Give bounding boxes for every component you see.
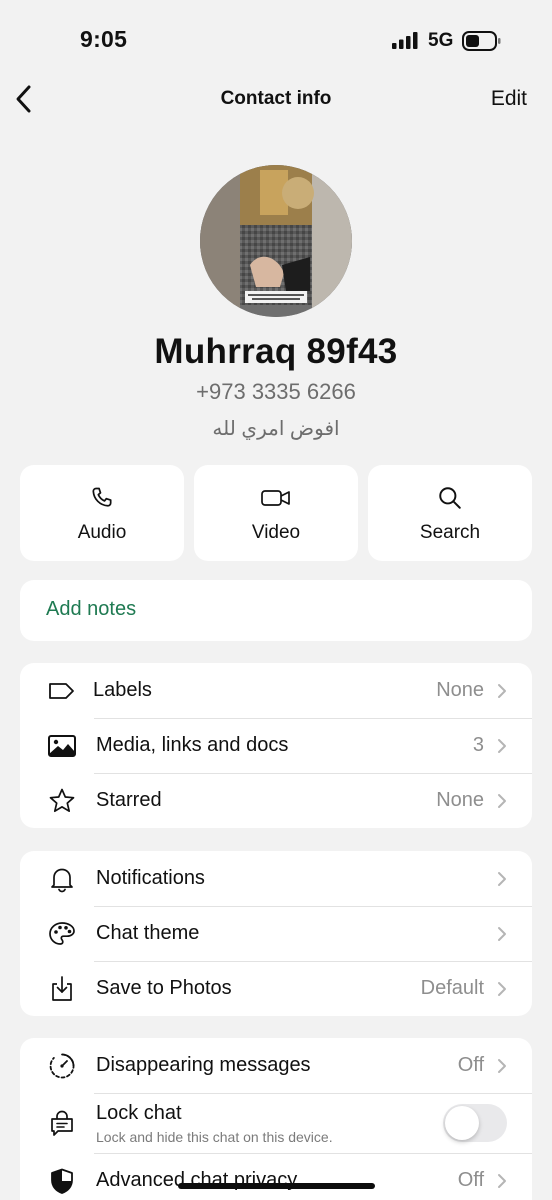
chevron-right-icon xyxy=(498,872,506,886)
save-to-photos-row[interactable]: Save to Photos Default xyxy=(20,961,532,1016)
info-group-2: Notifications Chat theme Save to Photos … xyxy=(20,851,532,1016)
chevron-right-icon xyxy=(498,1174,506,1188)
timer-icon xyxy=(49,1053,75,1079)
edit-button[interactable]: Edit xyxy=(491,87,527,111)
status-bar: 9:05 5G xyxy=(0,0,552,80)
add-notes-label: Add notes xyxy=(46,598,137,620)
starred-value: None xyxy=(436,789,484,811)
audio-call-button[interactable]: Audio xyxy=(20,465,184,561)
contact-phone: +973 3335 6266 xyxy=(196,379,356,404)
chevron-right-icon xyxy=(498,794,506,808)
contact-name: Muhrraq 89f43 xyxy=(154,332,398,371)
chevron-right-icon xyxy=(498,739,506,753)
search-chat-button[interactable]: Search xyxy=(368,465,532,561)
save-to-photos-value: Default xyxy=(420,977,484,999)
lock-chat-toggle[interactable] xyxy=(443,1104,507,1142)
labels-row[interactable]: Labels None xyxy=(20,663,532,718)
labels-value: None xyxy=(436,679,484,701)
lock-chat-row: Lock chat Lock and hide this chat on thi… xyxy=(20,1093,532,1153)
palette-icon xyxy=(49,922,75,945)
action-label-audio: Audio xyxy=(77,522,127,543)
action-label-search: Search xyxy=(419,522,481,543)
media-count: 3 xyxy=(472,734,484,756)
network-type: 5G xyxy=(428,30,454,51)
advanced-chat-privacy-value: Off xyxy=(457,1169,484,1191)
notifications-label: Notifications xyxy=(96,867,205,889)
labels-label: Labels xyxy=(93,679,152,701)
chevron-right-icon xyxy=(498,982,506,996)
bell-icon xyxy=(51,868,73,893)
disappearing-messages-value: Off xyxy=(457,1054,484,1076)
lock-chat-label: Lock chat xyxy=(96,1102,182,1124)
contact-avatar[interactable] xyxy=(200,165,352,317)
save-to-photos-label: Save to Photos xyxy=(96,977,232,999)
info-group-1: Labels None Media, links and docs 3 Star… xyxy=(20,663,532,828)
home-indicator xyxy=(178,1183,375,1189)
shield-icon xyxy=(51,1168,73,1194)
toggle-knob xyxy=(445,1106,479,1140)
disappearing-messages-label: Disappearing messages xyxy=(96,1054,311,1076)
media-links-docs-label: Media, links and docs xyxy=(96,734,289,756)
disappearing-messages-row[interactable]: Disappearing messages Off xyxy=(20,1038,532,1093)
signal-strength-icon xyxy=(392,32,418,49)
avatar-photo xyxy=(200,165,352,317)
star-icon xyxy=(49,788,75,813)
starred-label: Starred xyxy=(96,789,162,811)
action-label-video: Video xyxy=(251,522,301,543)
chat-theme-label: Chat theme xyxy=(96,922,200,944)
label-tag-icon xyxy=(49,683,74,699)
search-icon xyxy=(439,487,461,509)
contact-about: افوض امري لله xyxy=(212,418,340,440)
save-download-icon xyxy=(52,976,72,1001)
navigation-bar: Contact info Edit xyxy=(0,80,552,120)
add-notes-button[interactable]: Add notes xyxy=(20,580,532,641)
video-camera-icon xyxy=(261,490,290,506)
lock-chat-icon xyxy=(51,1110,73,1136)
chevron-right-icon xyxy=(498,927,506,941)
phone-icon xyxy=(92,487,112,507)
page-title: Contact info xyxy=(220,88,332,109)
chevron-right-icon xyxy=(498,684,506,698)
lock-chat-description: Lock and hide this chat on this device. xyxy=(96,1129,333,1145)
chevron-right-icon xyxy=(498,1059,506,1073)
chat-theme-row[interactable]: Chat theme xyxy=(20,906,532,961)
media-image-icon xyxy=(48,735,76,757)
info-group-3: Disappearing messages Off Lock chat Lock… xyxy=(20,1038,532,1200)
notifications-row[interactable]: Notifications xyxy=(20,851,532,906)
video-call-button[interactable]: Video xyxy=(194,465,358,561)
media-links-docs-row[interactable]: Media, links and docs 3 xyxy=(20,718,532,773)
advanced-chat-privacy-row[interactable]: Advanced chat privacy Off xyxy=(20,1153,532,1200)
starred-row[interactable]: Starred None xyxy=(20,773,532,828)
status-time: 9:05 xyxy=(80,26,128,52)
battery-icon xyxy=(462,31,501,51)
